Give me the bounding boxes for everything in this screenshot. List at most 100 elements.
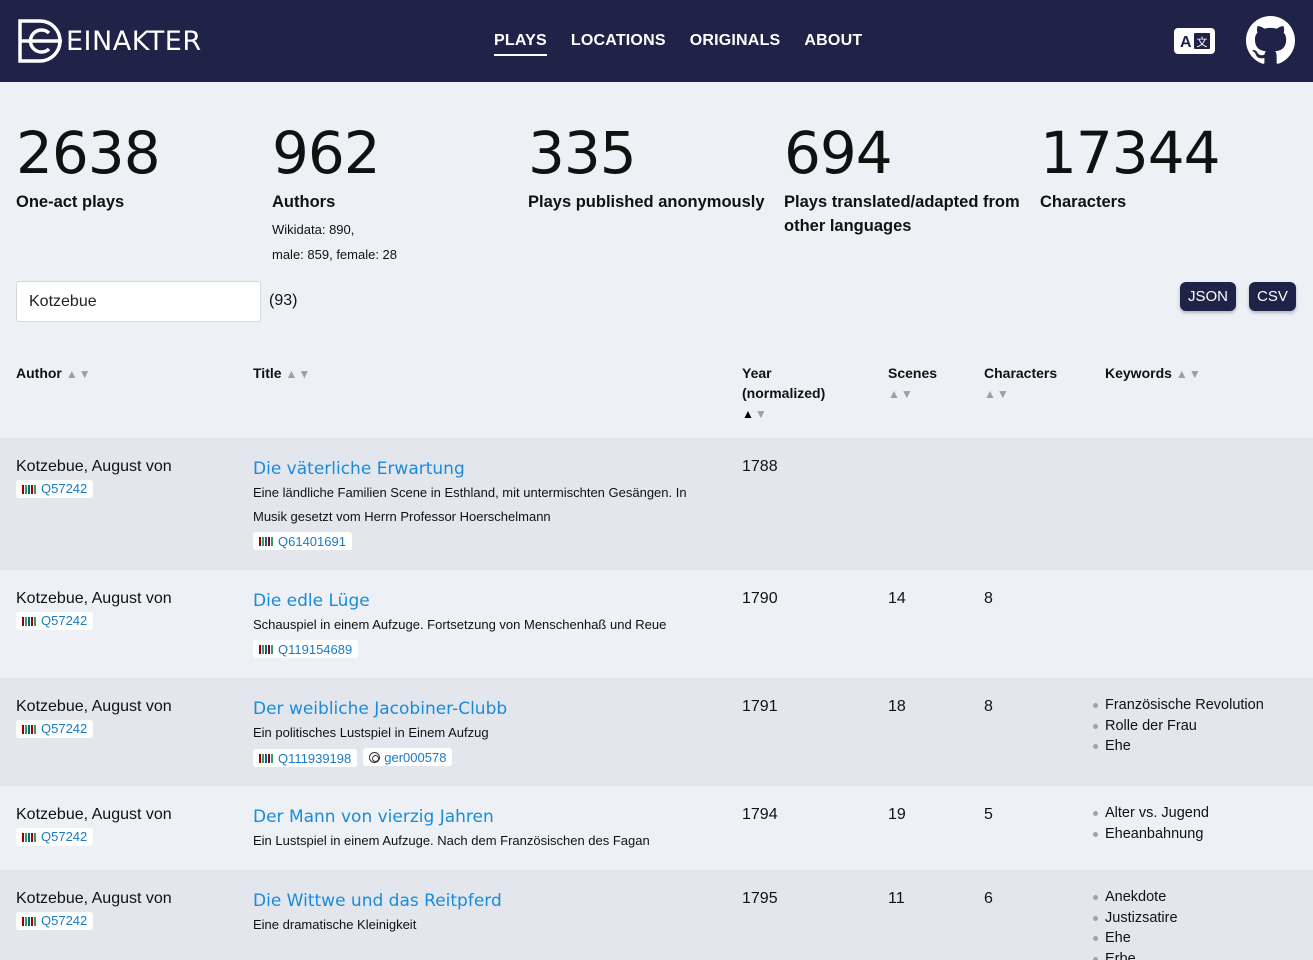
keyword-item: Rolle der Frau: [1093, 716, 1264, 737]
title-cell: Die Wittwe und das Reitpferd Eine dramat…: [253, 889, 713, 937]
wikidata-badge[interactable]: Q57242: [16, 912, 94, 930]
author-name: Kotzebue, August von: [16, 698, 172, 715]
wikidata-icon: [22, 616, 37, 626]
sort-arrows-icon[interactable]: ▲▼: [286, 367, 312, 381]
wikidata-badge[interactable]: Q57242: [16, 480, 94, 498]
sort-arrows-icon[interactable]: ▲▼: [1176, 367, 1202, 381]
keyword-item: Französische Revolution: [1093, 695, 1264, 716]
column-label: Title: [253, 365, 282, 381]
stat-translated: 694 Plays translated/adapted from other …: [784, 118, 1029, 238]
play-title-link[interactable]: Die väterliche Erwartung: [253, 459, 465, 479]
author-name: Kotzebue, August von: [16, 590, 172, 607]
nav-originals[interactable]: ORIGINALS: [690, 32, 781, 56]
wikidata-badge[interactable]: Q57242: [16, 612, 94, 630]
column-label: Keywords: [1105, 365, 1172, 381]
year-cell: 1795: [742, 890, 778, 907]
table-row: Kotzebue, August von Q57242 Die Wittwe u…: [0, 870, 1313, 960]
keyword-item: Eheanbahnung: [1093, 824, 1209, 845]
column-header-scenes[interactable]: Scenes ▲▼: [888, 363, 937, 404]
scenes-cell: 19: [888, 806, 906, 823]
github-icon: [1246, 16, 1295, 64]
wikidata-icon: [259, 644, 274, 654]
year-cell: 1790: [742, 590, 778, 607]
sort-arrows-icon[interactable]: ▲▼: [888, 387, 914, 401]
wikidata-badge[interactable]: Q61401691: [253, 532, 352, 550]
play-title-link[interactable]: Die Wittwe und das Reitpferd: [253, 891, 502, 911]
translate-icon: A 文: [1180, 33, 1210, 51]
stat-anonymous: 335 Plays published anonymously: [528, 118, 765, 214]
wikidata-icon: [259, 536, 274, 546]
keyword-item: Ehe: [1093, 736, 1264, 757]
table-row: Kotzebue, August von Q57242 Die väterlic…: [0, 438, 1313, 570]
year-cell: 1794: [742, 806, 778, 823]
column-header-year[interactable]: Year (normalized) ▲▼: [742, 363, 842, 424]
dracor-badge[interactable]: ger000578: [363, 748, 453, 766]
author-name: Kotzebue, August von: [16, 458, 172, 475]
play-subtitle: Eine dramatische Kleinigkeit: [253, 917, 417, 932]
author-cell: Kotzebue, August von Q57242: [16, 889, 172, 932]
play-title-link[interactable]: Der weibliche Jacobiner-Clubb: [253, 699, 507, 719]
title-cell: Der Mann von vierzig Jahren Ein Lustspie…: [253, 805, 713, 853]
stat-label: Authors: [272, 193, 336, 211]
column-header-characters[interactable]: Characters ▲▼: [984, 363, 1057, 404]
wikidata-badge[interactable]: Q57242: [16, 828, 94, 846]
translate-button[interactable]: A 文: [1174, 28, 1215, 54]
sort-arrows-icon[interactable]: ▲▼: [742, 407, 768, 421]
title-cell: Der weibliche Jacobiner-Clubb Ein politi…: [253, 697, 713, 767]
sort-arrows-icon[interactable]: ▲▼: [66, 367, 92, 381]
stat-characters: 17344 Characters: [1040, 118, 1221, 214]
download-json-button[interactable]: JSON: [1180, 282, 1237, 311]
author-name: Kotzebue, August von: [16, 890, 172, 907]
author-cell: Kotzebue, August von Q57242: [16, 697, 172, 740]
play-title-link[interactable]: Der Mann von vierzig Jahren: [253, 807, 494, 827]
characters-cell: 6: [984, 890, 993, 907]
stat-sub-gender: male: 859, female: 28: [272, 247, 398, 262]
logo-icon: [18, 19, 62, 63]
author-name: Kotzebue, August von: [16, 806, 172, 823]
play-subtitle: Ein Lustspiel in einem Aufzuge. Nach dem…: [253, 833, 650, 848]
wikidata-icon: [22, 724, 37, 734]
year-cell: 1788: [742, 458, 778, 475]
stat-label: Characters: [1040, 193, 1127, 211]
column-label: Scenes: [888, 365, 938, 381]
stat-value: 17344: [1040, 119, 1221, 187]
sort-arrows-icon[interactable]: ▲▼: [984, 387, 1010, 401]
github-link[interactable]: [1246, 16, 1295, 65]
characters-cell: 5: [984, 806, 993, 823]
svg-text:文: 文: [1196, 35, 1207, 49]
nav-plays[interactable]: PLAYS: [494, 32, 547, 56]
keyword-item: Anekdote: [1093, 887, 1178, 908]
stat-value: 335: [528, 119, 637, 187]
scenes-cell: 14: [888, 590, 906, 607]
wikidata-badge[interactable]: Q119154689: [253, 640, 359, 658]
author-cell: Kotzebue, August von Q57242: [16, 457, 172, 500]
download-csv-button[interactable]: CSV: [1249, 282, 1296, 311]
wikidata-badge[interactable]: Q57242: [16, 720, 94, 738]
wikidata-icon: [22, 484, 37, 494]
keyword-item: Erbe: [1093, 949, 1178, 960]
nav-locations[interactable]: LOCATIONS: [571, 32, 666, 56]
stat-value: 694: [784, 119, 893, 187]
stat-plays: 2638 One-act plays: [16, 118, 161, 214]
stat-label: One-act plays: [16, 193, 125, 211]
keywords-list: Französische Revolution Rolle der Frau E…: [1093, 695, 1264, 757]
author-cell: Kotzebue, August von Q57242: [16, 589, 172, 632]
column-header-author[interactable]: Author ▲▼: [16, 363, 92, 384]
column-header-keywords[interactable]: Keywords ▲▼: [1105, 363, 1202, 384]
play-subtitle: Ein politisches Lustspiel in Einem Aufzu…: [253, 725, 489, 740]
wikidata-badge[interactable]: Q111939198: [253, 749, 358, 767]
stat-value: 962: [272, 119, 381, 187]
keywords-list: Anekdote Justizsatire Ehe Erbe: [1093, 887, 1178, 960]
wikidata-icon: [259, 753, 274, 763]
einakter-logo[interactable]: EINAKTER: [16, 17, 202, 65]
result-count: (93): [269, 292, 298, 309]
search-input[interactable]: [16, 281, 261, 322]
play-title-link[interactable]: Die edle Lüge: [253, 591, 370, 611]
svg-text:A: A: [1180, 34, 1192, 51]
column-header-title[interactable]: Title ▲▼: [253, 363, 311, 384]
nav-about[interactable]: ABOUT: [804, 32, 862, 56]
title-cell: Die väterliche Erwartung Eine ländliche …: [253, 457, 713, 550]
play-subtitle: Eine ländliche Familien Scene in Esthlan…: [253, 485, 687, 524]
stat-value: 2638: [16, 119, 161, 187]
table-row: Kotzebue, August von Q57242 Der weiblich…: [0, 678, 1313, 786]
